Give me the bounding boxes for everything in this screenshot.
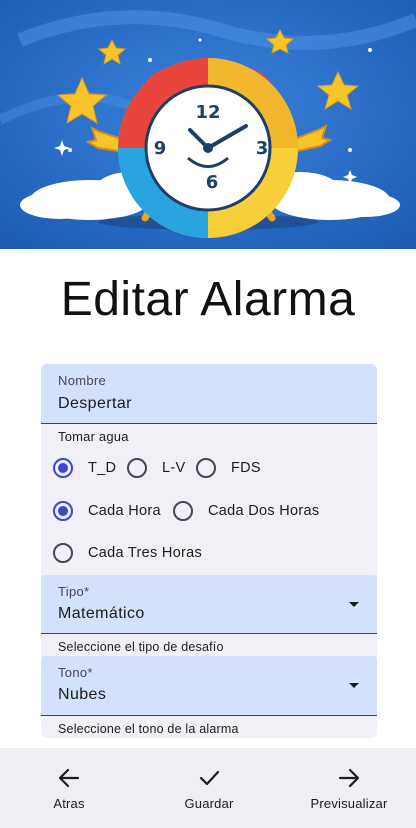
svg-text:9: 9 [154,138,167,159]
nombre-field[interactable]: Nombre Despertar [41,364,377,424]
back-button[interactable]: Atras [22,748,116,828]
tono-dropdown[interactable]: Tono* Nubes [41,656,377,716]
tono-label: Tono* [58,665,93,680]
alarm-clock-banner: 12 3 6 9 [0,0,416,249]
radio-cada-dos-horas-label: Cada Dos Horas [208,503,320,519]
svg-text:12: 12 [195,102,220,123]
tipo-dropdown[interactable]: Tipo* Matemático [41,575,377,634]
radio-cada-dos-horas[interactable] [173,501,193,521]
svg-text:3: 3 [256,138,269,159]
page-title: Editar Alarma [60,273,356,326]
save-label: Guardar [184,796,234,811]
nombre-value: Despertar [58,395,132,412]
save-button[interactable]: Guardar [162,748,256,828]
tipo-label: Tipo* [58,584,90,599]
back-label: Atras [53,796,85,811]
radio-lv-label: L-V [162,460,186,476]
radio-td[interactable] [53,458,73,478]
tono-value: Nubes [58,686,107,703]
svg-text:6: 6 [206,172,219,193]
radio-cada-tres-horas-label: Cada Tres Horas [88,545,203,561]
radio-cada-tres-horas[interactable] [53,543,73,563]
chevron-down-icon [349,683,359,688]
radio-cada-hora[interactable] [53,501,73,521]
bottom-action-bar: Atras Guardar Previsualizar [0,748,416,828]
alarm-form: Nombre Despertar Tomar agua T_D L-V FDS … [41,364,377,738]
reminder-group-label: Tomar agua [58,429,129,444]
radio-lv[interactable] [127,458,147,478]
nombre-label: Nombre [58,373,107,388]
radio-td-label: T_D [88,460,117,476]
arrow-right-icon [338,768,360,788]
check-icon [199,770,220,786]
radio-cada-hora-label: Cada Hora [88,503,161,519]
tipo-value: Matemático [58,605,145,622]
radio-fds[interactable] [196,458,216,478]
alarm-clock-illustration: 12 3 6 9 [0,0,416,249]
preview-label: Previsualizar [310,796,388,811]
tipo-helper-text: Seleccione el tipo de desafío [58,640,224,654]
arrow-left-icon [58,768,80,788]
radio-fds-label: FDS [231,460,261,476]
tono-helper-text: Seleccione el tono de la alarma [58,722,239,736]
preview-button[interactable]: Previsualizar [300,748,398,828]
chevron-down-icon [349,602,359,607]
